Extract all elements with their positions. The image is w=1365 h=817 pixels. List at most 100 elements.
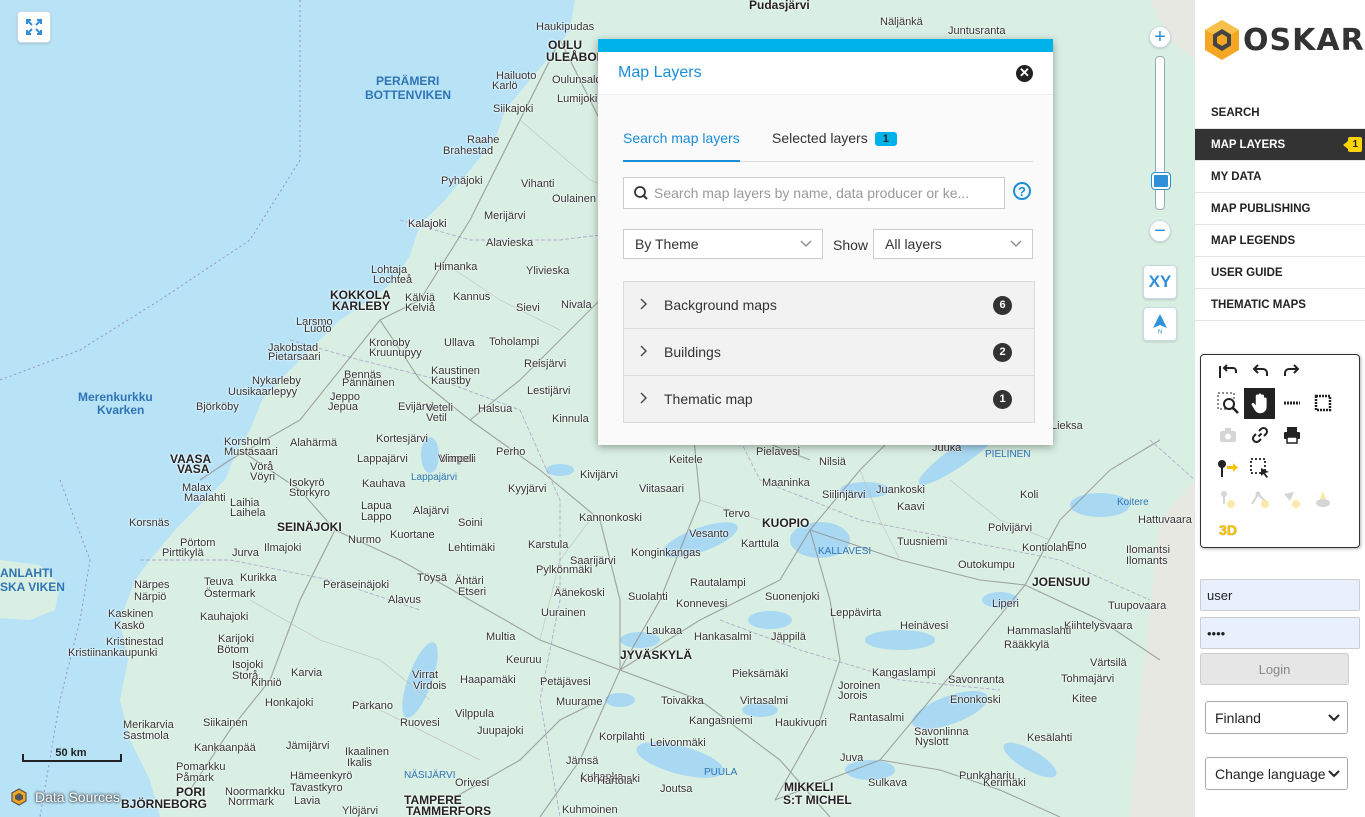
zoom-out-button[interactable]: − (1149, 220, 1171, 242)
place-label: Kannonkoski (579, 512, 642, 524)
close-icon: ✕ (1019, 65, 1030, 80)
layer-group-thematic-map[interactable]: Thematic map 1 (624, 376, 1034, 422)
place-label: Koitere (1117, 497, 1149, 508)
place-label: Juupajoki (477, 725, 524, 737)
menu-item-thematic-maps[interactable]: THEMATIC MAPS (1195, 289, 1365, 321)
menu-item-map-layers[interactable]: MAP LAYERS 1 (1195, 129, 1365, 161)
zoom-box-icon[interactable] (1213, 388, 1243, 418)
place-label: Kontiolahti (1022, 542, 1074, 554)
measure-line-icon[interactable] (1277, 388, 1307, 418)
username-field[interactable] (1200, 579, 1360, 611)
place-label: Leppävirta (830, 607, 882, 619)
flyout-drag-bar[interactable] (598, 39, 1053, 52)
menu-item-map-publishing[interactable]: MAP PUBLISHING (1195, 193, 1365, 225)
place-label: Heinävesi (900, 620, 949, 632)
place-label: Kiihtelysvaara (1064, 620, 1133, 632)
place-label: Uurainen (541, 607, 586, 619)
place-label: JOENSUU (1032, 575, 1091, 589)
navigation-sidebar: OSKARI SEARCH MAP LAYERS 1 MY DATA MAP PU… (1195, 0, 1365, 817)
place-label: Lehtimäki (448, 542, 496, 554)
layer-group-background-maps[interactable]: Background maps 6 (624, 282, 1034, 329)
language-value: Change language (1215, 765, 1326, 782)
place-label: Storkyro (289, 487, 330, 499)
menu-item-search[interactable]: SEARCH (1195, 97, 1365, 129)
place-label: Keuruu (506, 654, 542, 666)
zoom-in-button[interactable]: + (1149, 26, 1171, 48)
print-icon[interactable] (1277, 420, 1307, 450)
place-label: Siikajoki (493, 103, 534, 115)
fullscreen-button[interactable] (17, 11, 51, 43)
place-label: Äänekoski (554, 587, 605, 599)
my-location-button[interactable]: N (1143, 307, 1177, 341)
place-label: Kangaslampi (872, 667, 936, 679)
show-filter-dropdown[interactable]: All layers (873, 229, 1033, 259)
3d-view-icon[interactable]: 3D (1213, 515, 1243, 545)
plus-icon: + (1154, 26, 1166, 48)
place-label: Vöyri (250, 471, 276, 483)
draw-line-icon[interactable] (1245, 484, 1275, 514)
zoom-slider-handle[interactable] (1152, 172, 1170, 189)
camera-icon[interactable] (1213, 420, 1243, 450)
place-label: TAMMERFORS (406, 804, 492, 817)
data-sources-label: Data Sources (35, 789, 120, 805)
place-label: Savonranta (948, 674, 1005, 686)
language-select[interactable]: Change language (1205, 757, 1348, 790)
place-label: Vihanti (521, 178, 555, 190)
marker-add-icon[interactable] (1213, 453, 1243, 483)
place-label: Haapamäki (460, 674, 516, 686)
place-label: Närpiö (134, 591, 167, 603)
clear-drawing-icon[interactable] (1308, 484, 1338, 514)
measure-area-icon[interactable] (1308, 388, 1338, 418)
zoom-slider[interactable] (1152, 56, 1170, 210)
pan-hand-icon[interactable] (1244, 388, 1275, 419)
layer-search-input[interactable] (652, 184, 996, 202)
select-features-icon[interactable] (1245, 453, 1275, 483)
data-sources-link[interactable]: Data Sources (10, 788, 120, 806)
place-label: Ullava (444, 337, 475, 349)
menu-item-map-legends[interactable]: MAP LEGENDS (1195, 225, 1365, 257)
draw-area-icon[interactable] (1277, 484, 1307, 514)
history-back-icon[interactable] (1213, 357, 1243, 387)
help-icon[interactable]: ? (1013, 182, 1031, 200)
layer-group-buildings[interactable]: Buildings 2 (624, 329, 1034, 376)
place-label: Korpilahti (599, 731, 645, 743)
group-by-value: By Theme (635, 236, 699, 252)
link-icon[interactable] (1245, 420, 1275, 450)
tab-selected-layers[interactable]: Selected layers 1 (772, 130, 897, 160)
password-field[interactable] (1200, 617, 1360, 649)
place-label: Pieksämäki (732, 668, 789, 680)
country-select[interactable]: Finland (1205, 701, 1348, 734)
close-button[interactable]: ✕ (1016, 64, 1033, 82)
chevron-down-icon (800, 240, 812, 247)
place-label: Suolahti (628, 591, 668, 603)
layer-search-field[interactable] (623, 177, 1005, 209)
tab-search-map-layers[interactable]: Search map layers (623, 130, 740, 162)
place-label: Merenkurkku (78, 390, 153, 404)
place-label: Toholampi (489, 336, 540, 348)
draw-point-icon[interactable] (1213, 484, 1243, 514)
place-label: Eno (1067, 540, 1087, 552)
place-label: Pudasjärvi (749, 0, 810, 12)
place-label: Petäjävesi (540, 676, 591, 688)
place-label: Peräseinäjoki (323, 579, 390, 591)
place-label: Rääkkylä (1004, 639, 1050, 651)
group-by-dropdown[interactable]: By Theme (623, 229, 823, 259)
menu-item-my-data[interactable]: MY DATA (1195, 161, 1365, 193)
coordinate-tool-button[interactable]: XY (1143, 265, 1177, 299)
undo-icon[interactable] (1245, 357, 1275, 387)
place-label: Virdois (413, 680, 447, 692)
place-label: JYVÄSKYLÄ (620, 648, 693, 662)
place-label: Tavastkyro (290, 782, 343, 794)
place-label: Tervo (723, 508, 750, 520)
place-label: Rautalampi (690, 577, 746, 589)
menu-item-user-guide[interactable]: USER GUIDE (1195, 257, 1365, 289)
redo-icon[interactable] (1277, 357, 1307, 387)
place-label: Kivijärvi (580, 469, 618, 481)
place-label: Pielavesi (756, 446, 801, 458)
place-label: Jepua (328, 401, 358, 413)
login-button[interactable]: Login (1200, 653, 1349, 685)
place-label: Norrmark (228, 796, 274, 808)
place-label: Hattuvaara (1138, 514, 1192, 526)
place-label: Vimpeli (438, 453, 474, 465)
place-label: Pännäinen (342, 377, 395, 389)
